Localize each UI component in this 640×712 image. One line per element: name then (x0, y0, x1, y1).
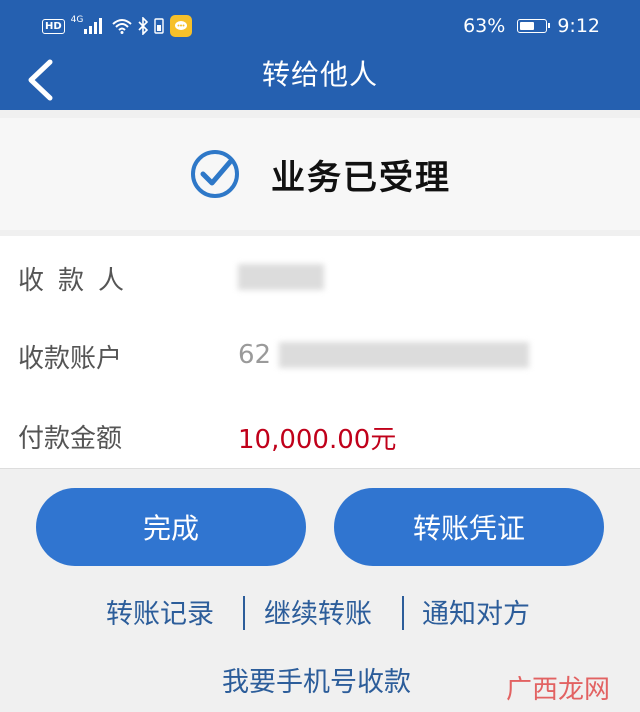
sim-card-icon (154, 18, 165, 34)
watermark-logo: 广西龙网 (505, 675, 610, 705)
account-value: 62 (238, 340, 529, 370)
check-circle-icon (191, 150, 239, 198)
amount-value: 10,000.00元 (238, 425, 397, 455)
bluetooth-icon (138, 17, 149, 35)
link-divider (243, 596, 245, 630)
battery-icon (517, 19, 551, 33)
status-icons: HD 4G (42, 14, 198, 38)
status-bar: HD 4G 63% 9:12 (0, 0, 640, 52)
result-message: 业务已受理 (271, 157, 451, 198)
page-title: 转给他人 (261, 58, 378, 91)
notify-recipient-link[interactable]: 通知对方 (422, 592, 530, 631)
payee-value (238, 262, 324, 290)
nav-bar: 转给他人 (0, 52, 640, 110)
transfer-details: 收款人 收款账户 62 付款金额 10,000.00元 (0, 236, 640, 469)
continue-transfer-link[interactable]: 继续转账 (264, 592, 372, 631)
quick-links: 转账记录 继续转账 通知对方 (0, 592, 640, 636)
account-row: 收款账户 62 (0, 330, 640, 380)
account-label: 收款账户 (18, 344, 123, 374)
transfer-history-link[interactable]: 转账记录 (106, 592, 214, 631)
signal-icon (84, 18, 104, 34)
wifi-icon (112, 19, 133, 34)
payee-label: 收款人 (18, 266, 139, 296)
account-prefix: 62 (238, 340, 272, 370)
transfer-voucher-button[interactable]: 转账凭证 (334, 488, 604, 566)
chat-app-icon (170, 15, 193, 37)
amount-row: 付款金额 10,000.00元 (0, 410, 640, 460)
battery-percent: 63% (463, 15, 506, 37)
amount-label: 付款金额 (18, 424, 123, 454)
status-time: 9:12 (557, 15, 600, 37)
payee-row: 收款人 (0, 252, 640, 302)
link-divider (402, 596, 404, 630)
masked-payee-name (238, 264, 324, 290)
network-type: 4G (70, 15, 84, 25)
phone-collect-link[interactable]: 我要手机号收款 (222, 660, 411, 699)
result-banner: 业务已受理 (0, 118, 640, 230)
status-right: 63% 9:12 (463, 14, 600, 38)
hd-badge: HD (42, 18, 65, 34)
masked-account-number (278, 342, 529, 368)
done-button[interactable]: 完成 (36, 488, 306, 566)
